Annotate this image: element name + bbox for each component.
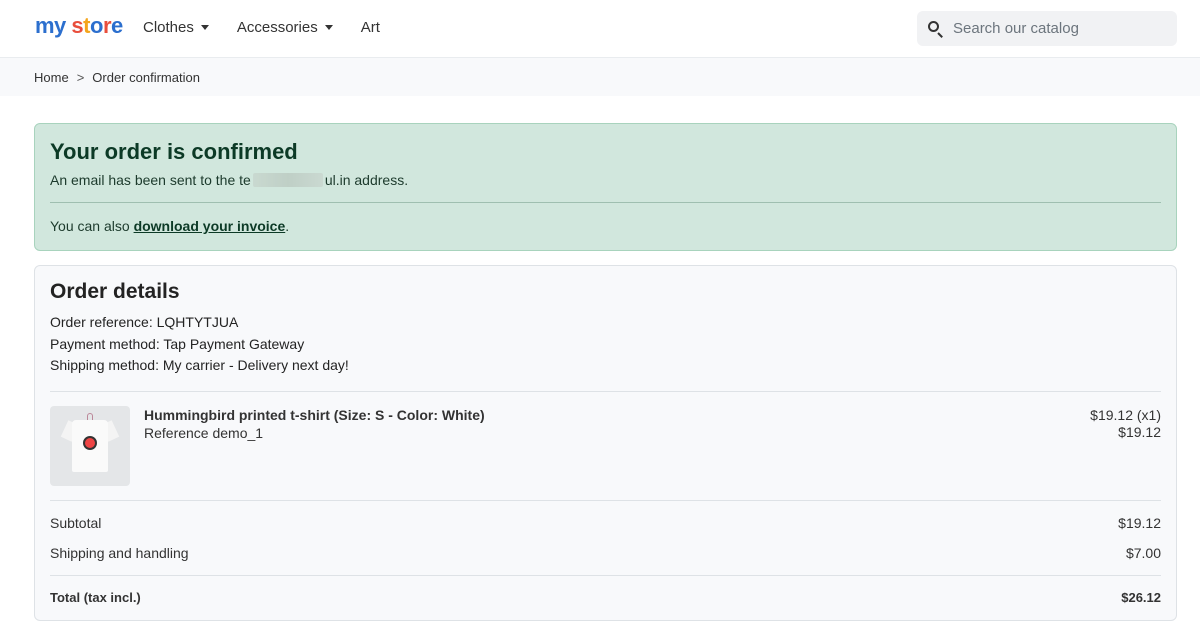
product-name: Hummingbird printed t-shirt (Size: S - C… xyxy=(144,406,485,423)
logo-letter: s xyxy=(71,13,84,38)
product-price: $19.12 (x1) $19.12 xyxy=(1090,407,1161,441)
total-label: Total (tax incl.) xyxy=(50,589,141,605)
order-line-item: Hummingbird printed t-shirt (Size: S - C… xyxy=(50,405,1161,486)
nav-label: Accessories xyxy=(236,19,318,36)
subtotal-row: Subtotal $19.12 xyxy=(50,515,1161,531)
main-nav: Clothes Accessories Art xyxy=(143,19,408,36)
order-meta: Order reference: LQHTYTJUA Payment metho… xyxy=(50,312,1161,377)
invoice-message: You can also download your invoice. xyxy=(50,218,1161,234)
breadcrumb: Home > Order confirmation xyxy=(0,58,1200,96)
subtotal-label: Subtotal xyxy=(50,514,102,531)
breadcrumb-home[interactable]: Home xyxy=(34,70,69,85)
payment-method: Payment method: Tap Payment Gateway xyxy=(50,335,305,352)
nav-item-art[interactable]: Art xyxy=(361,19,380,36)
confirmation-title: Your order is confirmed xyxy=(50,139,298,164)
nav-item-clothes[interactable]: Clothes xyxy=(143,19,209,36)
email-suffix: ul.in address. xyxy=(324,172,409,188)
breadcrumb-separator: > xyxy=(76,69,85,85)
invoice-prefix: You can also xyxy=(50,218,134,234)
divider xyxy=(50,390,1161,392)
site-header: my store Clothes Accessories Art xyxy=(0,0,1200,58)
divider xyxy=(50,202,1161,203)
order-details-card: Order details Order reference: LQHTYTJUA… xyxy=(34,265,1177,621)
redacted-email xyxy=(252,173,323,187)
logo-letter: o xyxy=(90,13,103,38)
product-unit-price: $19.12 (x1) xyxy=(1090,406,1161,423)
breadcrumb-current: Order confirmation xyxy=(92,69,200,85)
shipping-method: Shipping method: My carrier - Delivery n… xyxy=(50,357,349,373)
search-box xyxy=(917,11,1177,46)
email-sent-message: An email has been sent to the te ul.in ad… xyxy=(50,172,1161,188)
shipping-label: Shipping and handling xyxy=(50,544,189,561)
subtotal-value: $19.12 xyxy=(1118,514,1161,531)
shipping-row: Shipping and handling $7.00 xyxy=(50,545,1161,561)
divider xyxy=(50,574,1161,576)
nav-label: Art xyxy=(360,19,380,36)
search-input[interactable] xyxy=(953,20,1163,37)
nav-item-accessories[interactable]: Accessories xyxy=(237,19,333,36)
product-line-total: $19.12 xyxy=(1118,423,1161,440)
product-image xyxy=(50,405,130,486)
logo-letter: t xyxy=(83,13,90,38)
order-details-title: Order details xyxy=(50,280,180,303)
logo-letter: e xyxy=(111,13,123,38)
nav-label: Clothes xyxy=(143,19,194,36)
email-prefix: An email has been sent to the te xyxy=(50,172,251,188)
chevron-down-icon xyxy=(324,25,333,30)
invoice-suffix: . xyxy=(285,218,290,234)
logo-store-text: store xyxy=(71,13,123,38)
divider xyxy=(50,499,1161,501)
logo-letter: r xyxy=(102,13,112,38)
search-icon[interactable] xyxy=(927,20,945,38)
product-reference: Reference demo_1 xyxy=(144,424,264,441)
store-logo[interactable]: my store xyxy=(35,13,123,39)
product-info: Hummingbird printed t-shirt (Size: S - C… xyxy=(144,406,485,486)
shipping-value: $7.00 xyxy=(1125,544,1161,561)
order-reference: Order reference: LQHTYTJUA xyxy=(50,314,239,330)
total-row: Total (tax incl.) $26.12 xyxy=(50,590,1161,605)
total-value: $26.12 xyxy=(1121,589,1161,605)
order-confirmed-alert: Your order is confirmed An email has bee… xyxy=(34,123,1177,251)
download-invoice-link[interactable]: download your invoice xyxy=(134,218,286,234)
logo-my-text: my xyxy=(35,13,66,38)
chevron-down-icon xyxy=(200,25,209,30)
